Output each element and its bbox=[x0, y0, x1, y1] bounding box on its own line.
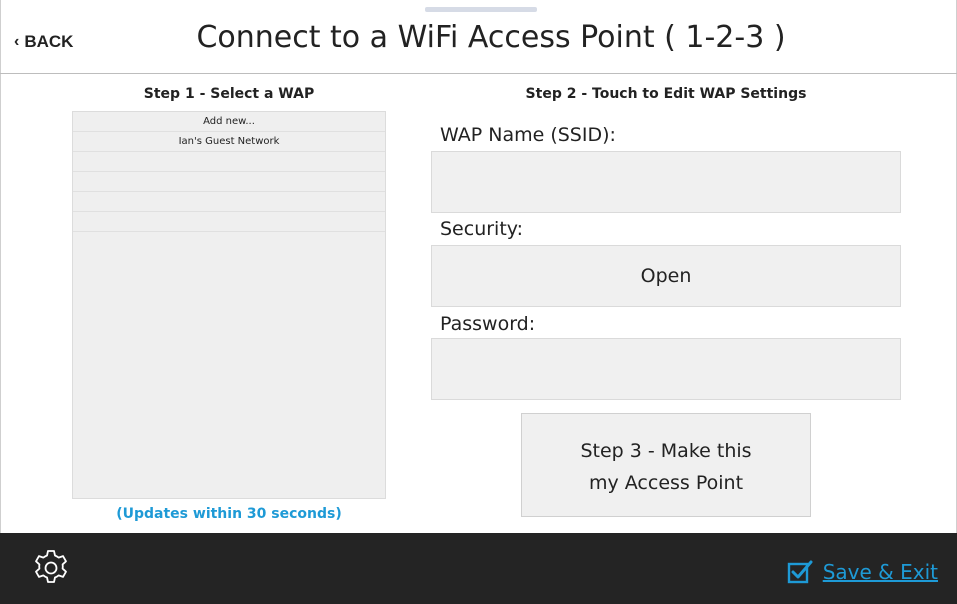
ssid-field[interactable] bbox=[431, 151, 901, 213]
list-item-empty bbox=[73, 192, 385, 212]
step2-heading: Step 2 - Touch to Edit WAP Settings bbox=[525, 86, 807, 102]
password-label: Password: bbox=[440, 313, 536, 335]
header-bar: ‹ BACK Connect to a WiFi Access Point ( … bbox=[0, 0, 957, 74]
page-title: Connect to a WiFi Access Point ( 1-2-3 ) bbox=[196, 20, 786, 55]
step3-line2: my Access Point bbox=[588, 472, 744, 494]
step3-line1: Step 3 - Make this bbox=[580, 440, 752, 462]
list-item-add-new[interactable]: Add new... bbox=[73, 112, 385, 132]
password-field[interactable] bbox=[431, 338, 901, 400]
step1-heading: Step 1 - Select a WAP bbox=[143, 86, 315, 102]
save-exit-button[interactable]: Save & Exit bbox=[787, 556, 938, 588]
list-item-empty bbox=[73, 152, 385, 172]
list-item-empty bbox=[73, 172, 385, 192]
wap-list[interactable]: Add new... Ian's Guest Network bbox=[72, 111, 386, 499]
security-label: Security: bbox=[440, 218, 524, 240]
ssid-label: WAP Name (SSID): bbox=[440, 124, 616, 146]
drag-handle[interactable] bbox=[425, 7, 537, 12]
save-exit-label: Save & Exit bbox=[822, 560, 938, 584]
list-item-empty bbox=[73, 212, 385, 232]
checkbox-checked-icon bbox=[787, 560, 813, 584]
gear-icon[interactable] bbox=[31, 548, 71, 588]
updates-note: (Updates within 30 seconds) bbox=[116, 506, 342, 522]
security-field[interactable]: Open bbox=[431, 245, 901, 307]
make-access-point-button[interactable]: Step 3 - Make this my Access Point bbox=[521, 413, 811, 517]
list-item-wap[interactable]: Ian's Guest Network bbox=[73, 132, 385, 152]
